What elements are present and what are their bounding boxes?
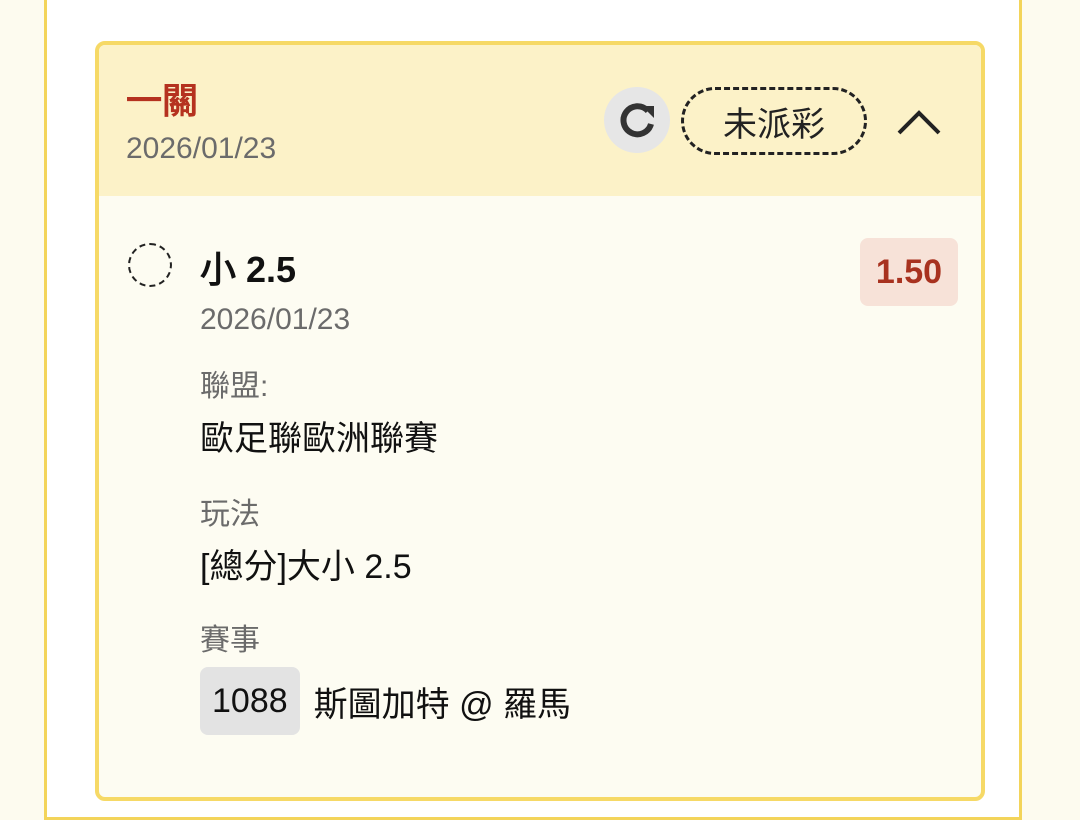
status-badge: 未派彩 [681, 87, 867, 155]
dashed-circle-icon [128, 243, 172, 287]
league-label: 聯盟: [200, 370, 269, 403]
selection-name: 小 2.5 [200, 249, 297, 290]
refresh-button[interactable] [604, 87, 670, 153]
match-name: 斯圖加特 @ 羅馬 [313, 685, 572, 724]
refresh-icon [620, 103, 654, 138]
match-label: 賽事 [200, 624, 260, 657]
bet-date: 2026/01/23 [126, 132, 277, 165]
bet-type-title: 一關 [126, 80, 199, 121]
match-row: 1088 斯圖加特 @ 羅馬 [200, 667, 571, 735]
chevron-up-icon [897, 110, 941, 135]
selection-date: 2026/01/23 [200, 303, 351, 336]
league-value: 歐足聯歐洲聯賽 [200, 420, 438, 458]
match-id-badge: 1088 [200, 667, 300, 735]
bet-card: 一關 2026/01/23 未派彩 小 2.5 2026/01/23 1.50 … [95, 41, 985, 801]
play-value: [總分]大小 2.5 [200, 548, 412, 586]
play-label: 玩法 [200, 498, 260, 531]
card-header: 一關 2026/01/23 未派彩 [99, 45, 981, 196]
odds-badge: 1.50 [860, 238, 958, 306]
collapse-button[interactable] [889, 95, 949, 149]
